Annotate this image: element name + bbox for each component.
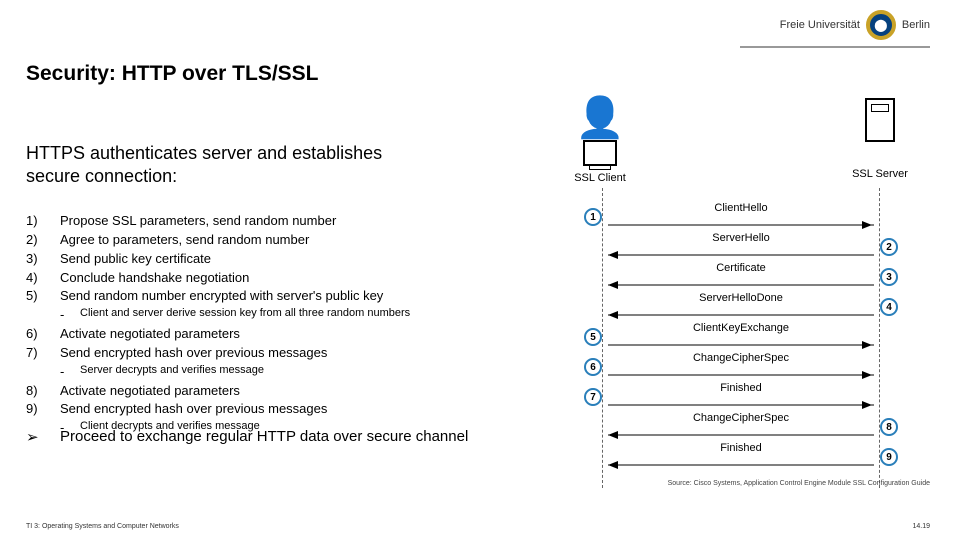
final-point: ➢ Proceed to exchange regular HTTP data …	[26, 428, 496, 446]
msg-label: ServerHelloDone	[695, 292, 787, 304]
step-number: 3)	[26, 250, 60, 269]
client-figure: 👤 SSL Client	[560, 98, 640, 184]
arrow-left-icon	[608, 456, 874, 474]
subheading: HTTPS authenticates server and establish…	[26, 142, 426, 189]
person-icon: 👤	[560, 98, 640, 138]
step-text: Send encrypted hash over previous messag…	[60, 400, 327, 419]
logo-underline	[740, 46, 930, 48]
msg-label: ClientKeyExchange	[689, 322, 793, 334]
step-circle: 9	[880, 448, 898, 466]
university-seal-icon: ⬤	[866, 10, 896, 40]
step-circle: 4	[880, 298, 898, 316]
sub-dash: -	[60, 363, 80, 382]
university-logo: Freie Universität ⬤ Berlin	[780, 10, 930, 40]
msg-9: Finished	[608, 456, 874, 474]
bullet-arrow-icon: ➢	[26, 428, 60, 446]
steps-list: 1)Propose SSL parameters, send random nu…	[26, 212, 496, 438]
footer-page-number: 14.19	[912, 523, 930, 530]
client-label: SSL Client	[560, 172, 640, 184]
substep-text: Client and server derive session key fro…	[80, 306, 410, 325]
msg-label: Certificate	[712, 262, 770, 274]
computer-icon	[583, 140, 617, 166]
uni-name-prefix: Freie Universität	[780, 19, 860, 31]
client-lifeline	[602, 188, 603, 488]
page-title: Security: HTTP over TLS/SSL	[26, 62, 319, 86]
step-circle: 2	[880, 238, 898, 256]
substep-text: Server decrypts and verifies message	[80, 363, 264, 382]
msg-label: ServerHello	[708, 232, 773, 244]
step-circle: 3	[880, 268, 898, 286]
step-text: Conclude handshake negotiation	[60, 269, 249, 288]
msg-label: ChangeCipherSpec	[689, 352, 793, 364]
step-number: 6)	[26, 325, 60, 344]
msg-label: Finished	[716, 442, 766, 454]
step-text: Activate negotiated parameters	[60, 382, 240, 401]
step-text: Send encrypted hash over previous messag…	[60, 344, 327, 363]
uni-name-city: Berlin	[902, 19, 930, 31]
final-text: Proceed to exchange regular HTTP data ov…	[60, 428, 468, 446]
step-circle: 5	[584, 328, 602, 346]
step-number: 5)	[26, 287, 60, 306]
step-text: Send random number encrypted with server…	[60, 287, 383, 306]
sub-dash: -	[60, 306, 80, 325]
server-icon	[865, 98, 895, 142]
handshake-diagram: 👤 SSL Client SSL Server ClientHello 1 Se…	[520, 98, 940, 498]
step-number: 2)	[26, 231, 60, 250]
server-lifeline	[879, 188, 880, 488]
server-figure: SSL Server	[840, 98, 920, 180]
msg-label: ChangeCipherSpec	[689, 412, 793, 424]
step-text: Send public key certificate	[60, 250, 211, 269]
step-number: 4)	[26, 269, 60, 288]
step-circle: 6	[584, 358, 602, 376]
step-text: Activate negotiated parameters	[60, 325, 240, 344]
source-citation: Source: Cisco Systems, Application Contr…	[668, 480, 930, 487]
step-text: Agree to parameters, send random number	[60, 231, 309, 250]
step-circle: 8	[880, 418, 898, 436]
step-number: 7)	[26, 344, 60, 363]
msg-label: Finished	[716, 382, 766, 394]
server-label: SSL Server	[840, 168, 920, 180]
msg-label: ClientHello	[710, 202, 771, 214]
step-text: Propose SSL parameters, send random numb…	[60, 212, 336, 231]
step-circle: 1	[584, 208, 602, 226]
step-number: 9)	[26, 400, 60, 419]
step-circle: 7	[584, 388, 602, 406]
step-number: 1)	[26, 212, 60, 231]
footer-course: TI 3: Operating Systems and Computer Net…	[26, 523, 179, 530]
step-number: 8)	[26, 382, 60, 401]
